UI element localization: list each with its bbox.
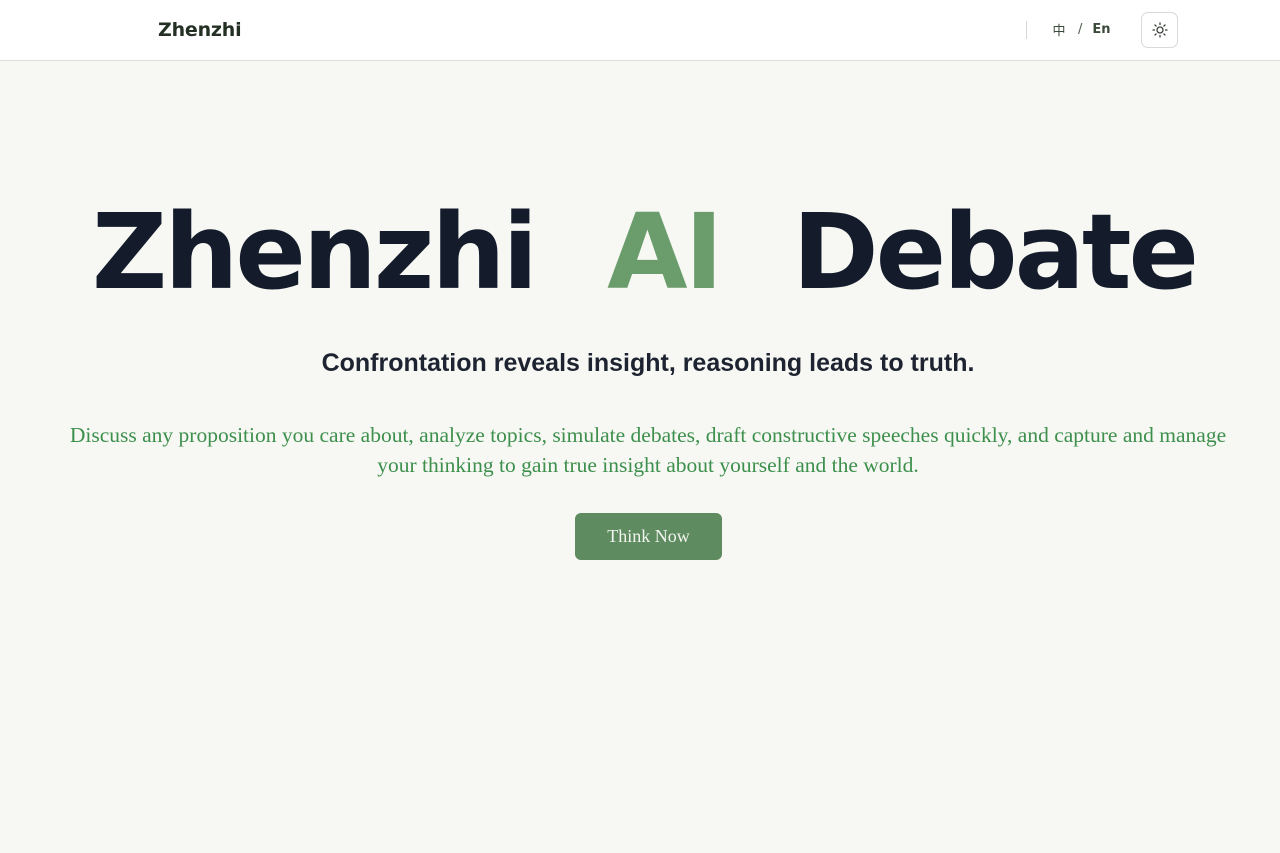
sun-icon [1151,22,1168,38]
hero-title-accent-word: AI [607,191,723,313]
hero-title-word-3: Debate [792,191,1199,313]
language-switcher: 中 / En [1052,19,1110,39]
nav-divider [1026,21,1027,39]
theme-toggle-button[interactable] [1141,12,1178,48]
brand-logo-link[interactable]: Zhenzhi [158,18,242,42]
think-now-button[interactable]: Think Now [575,513,722,560]
hero-title-word-1: Zhenzhi [91,191,538,313]
hero-tagline: Confrontation reveals insight, reasoning… [321,349,975,377]
top-navbar: Zhenzhi 中 / En [0,0,1280,61]
hero-title: Zhenzhi AI Debate [0,190,1280,314]
hero-description: Discuss any proposition you care about, … [69,423,1227,477]
language-option-zh[interactable]: 中 [1052,20,1066,39]
language-option-en[interactable]: En [1092,22,1110,37]
language-separator: / [1078,21,1083,37]
